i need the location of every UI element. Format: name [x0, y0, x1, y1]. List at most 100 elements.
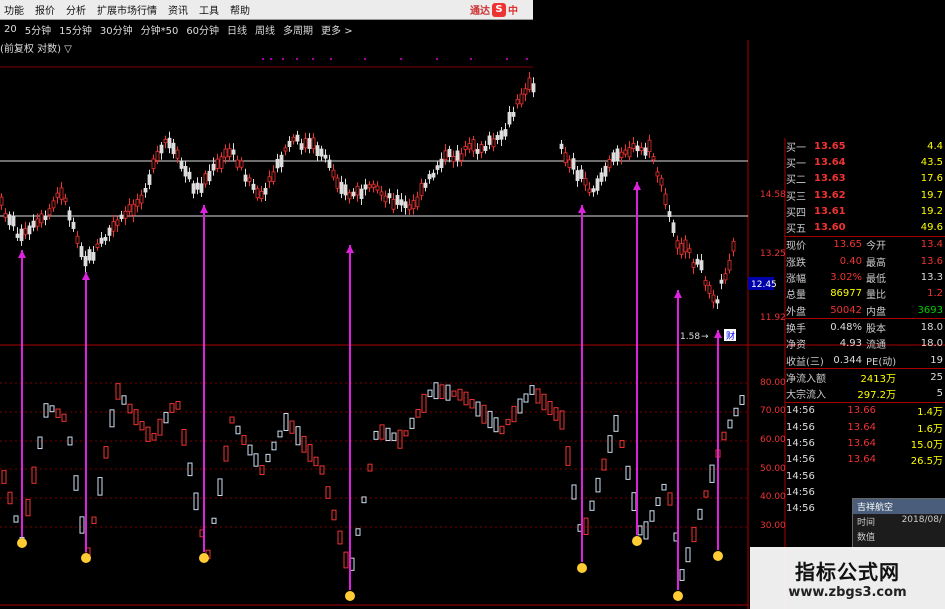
- fund-value: 4.93: [839, 338, 862, 350]
- candle-body: [39, 213, 44, 224]
- indicator-bar: [703, 490, 709, 498]
- menu-item-function[interactable]: 功能: [0, 2, 31, 17]
- period-5min[interactable]: 5分钟: [21, 22, 55, 37]
- period-more[interactable]: 更多 >: [317, 22, 357, 37]
- candle-body: [267, 176, 272, 182]
- candle-body: [199, 183, 204, 193]
- flow-row: 大宗流入 297.2万 5: [786, 385, 945, 401]
- bid-row[interactable]: 买二 13.63 17.6: [786, 171, 945, 187]
- bid-price: 13.65: [814, 140, 846, 152]
- bid-row[interactable]: 买四 13.61 19.2: [786, 203, 945, 219]
- bid-label: 买五: [786, 224, 806, 236]
- period-min50[interactable]: 分钟*50: [137, 22, 183, 37]
- watermark-url: www.zbgs3.com: [788, 585, 907, 600]
- indicator-bar: [301, 435, 307, 453]
- bid-row[interactable]: 买五 13.60 49.6: [786, 219, 945, 235]
- fund-key: 换手: [786, 323, 806, 335]
- period-daily[interactable]: 日线: [223, 22, 251, 37]
- candle-body: [179, 161, 184, 169]
- indicator-bar: [463, 391, 469, 406]
- candle-body: [659, 177, 664, 186]
- watermark-title: 指标公式网: [795, 560, 900, 584]
- period-weekly[interactable]: 周线: [251, 22, 279, 37]
- menu-item-extended-market[interactable]: 扩展市场行情: [93, 2, 164, 17]
- stat-row: 总量 86977 量比 1.2: [786, 286, 945, 302]
- menu-item-tools[interactable]: 工具: [195, 2, 226, 17]
- candle-body: [239, 160, 244, 168]
- tick-row: 14:56 13.66 1.4万: [786, 403, 945, 419]
- candle-body: [587, 188, 592, 193]
- candle-body: [511, 111, 516, 117]
- period-60min[interactable]: 60分钟: [182, 22, 223, 37]
- candle-body: [347, 192, 352, 200]
- candle-body: [19, 228, 24, 242]
- candle-body: [447, 148, 452, 158]
- indicator-bar: [607, 435, 613, 453]
- candle-body: [187, 171, 192, 180]
- bid-row[interactable]: 买一 13.65 4.4: [786, 138, 945, 154]
- candle-body: [667, 211, 672, 217]
- candle-body: [151, 158, 156, 169]
- candle-body: [159, 144, 164, 154]
- indicator-bar: [571, 484, 577, 500]
- candle-body: [691, 262, 696, 268]
- candle-body: [663, 193, 668, 205]
- indicator-bar: [481, 404, 487, 424]
- candle-body: [443, 150, 448, 160]
- tick-time: 14:56: [786, 454, 815, 466]
- bid-price: 13.60: [814, 222, 846, 234]
- indicator-bar: [157, 418, 163, 436]
- stat-key: 最高: [866, 257, 886, 269]
- brand-zh: 中: [508, 6, 518, 17]
- bid-row[interactable]: 买一 13.64 43.5: [786, 154, 945, 170]
- indicator-bar: [103, 446, 109, 459]
- candle-body: [359, 188, 364, 199]
- menu-item-quote[interactable]: 报价: [31, 2, 62, 17]
- tick-time: 14:56: [786, 503, 815, 515]
- indicator-bar: [613, 415, 619, 432]
- indicator-tick: 70.00: [760, 406, 786, 416]
- indicator-bar: [409, 417, 415, 429]
- signal-arrow-head: [346, 245, 354, 253]
- indicator-bar: [697, 508, 703, 520]
- candle-body: [531, 83, 536, 93]
- info-popup[interactable]: 吉祥航空 时间 2018/08/ 数值: [852, 498, 945, 550]
- period-20[interactable]: 20: [0, 24, 21, 35]
- candle-body: [143, 187, 148, 193]
- stat-key: 内盘: [866, 306, 886, 318]
- period-30min[interactable]: 30分钟: [96, 22, 137, 37]
- candle-body: [319, 148, 324, 157]
- candle-body: [107, 227, 112, 236]
- candle-body: [495, 135, 500, 140]
- fund-value: 0.48%: [830, 321, 862, 333]
- period-multi[interactable]: 多周期: [279, 22, 317, 37]
- bid-row[interactable]: 买三 13.62 19.7: [786, 187, 945, 203]
- indicator-tick: 50.00: [760, 464, 786, 474]
- signal-arrow-head: [82, 272, 90, 280]
- candle-body: [27, 225, 32, 235]
- candle-body: [435, 165, 440, 170]
- indicator-bar: [583, 517, 589, 536]
- buy-signal-arrows: [17, 182, 723, 601]
- candle-body: [299, 143, 304, 150]
- candle-body: [119, 214, 124, 220]
- menu-item-analysis[interactable]: 分析: [62, 2, 93, 17]
- candle-body: [127, 204, 132, 212]
- fund-value: 18.0: [920, 321, 943, 333]
- candle-body: [679, 243, 684, 255]
- candle-body: [371, 183, 376, 188]
- tick-row: 14:56 13.64 1.6万: [786, 419, 945, 435]
- menu-item-news[interactable]: 资讯: [164, 2, 195, 17]
- candle-body: [455, 150, 460, 161]
- brand-text: 通达: [470, 6, 490, 17]
- indicator-bar: [433, 382, 439, 400]
- indicator-bar: [235, 425, 241, 435]
- chart-subtitle[interactable]: (前复权 对数) ▽: [0, 40, 72, 55]
- annotation-value: 1.58: [680, 332, 700, 342]
- stat-key: 最低: [866, 274, 886, 286]
- period-15min[interactable]: 15分钟: [55, 22, 96, 37]
- menu-item-help[interactable]: 帮助: [226, 2, 257, 17]
- indicator-bar: [319, 465, 325, 475]
- quote-panel: 买一 13.65 4.4 买一 13.64 43.5 买二 13.63 17.6 买三 13.…: [786, 138, 945, 517]
- candle-body: [167, 137, 172, 149]
